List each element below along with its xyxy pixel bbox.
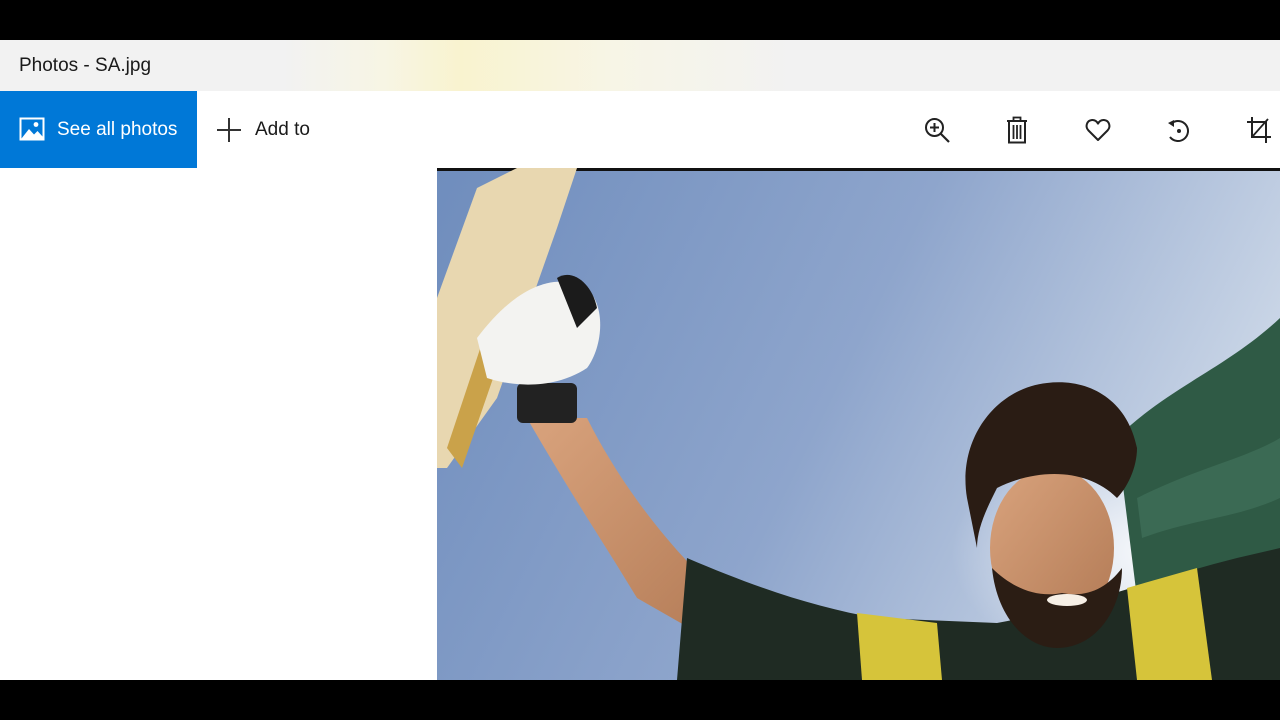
video-letterbox-bottom: [0, 680, 1280, 720]
rotate-button[interactable]: [1148, 91, 1208, 168]
favorite-button[interactable]: [1068, 91, 1128, 168]
delete-button[interactable]: [987, 91, 1047, 168]
empty-canvas-area: [0, 168, 437, 680]
image-icon: [19, 117, 45, 141]
plus-icon: [217, 118, 241, 142]
photo-viewer[interactable]: [437, 168, 1280, 680]
photos-app-window: Photos - SA.jpg See all photos Add to: [0, 40, 1280, 680]
video-letterbox-top: [0, 0, 1280, 40]
add-to-label: Add to: [255, 119, 310, 140]
add-to-button[interactable]: Add to: [205, 91, 330, 168]
zoom-in-icon: [925, 118, 950, 143]
crop-icon: [1247, 117, 1271, 143]
heart-icon: [1085, 118, 1111, 141]
cricketer-photo: [437, 168, 1280, 680]
see-all-photos-button[interactable]: See all photos: [0, 91, 197, 168]
window-title: Photos - SA.jpg: [19, 55, 152, 76]
title-bar[interactable]: Photos - SA.jpg: [0, 40, 1280, 91]
toolbar: See all photos Add to: [0, 91, 1280, 168]
crop-button[interactable]: [1229, 91, 1280, 168]
zoom-button[interactable]: [907, 91, 967, 168]
see-all-photos-label: See all photos: [57, 119, 178, 140]
rotate-icon: [1168, 120, 1189, 142]
trash-icon: [1007, 116, 1027, 144]
